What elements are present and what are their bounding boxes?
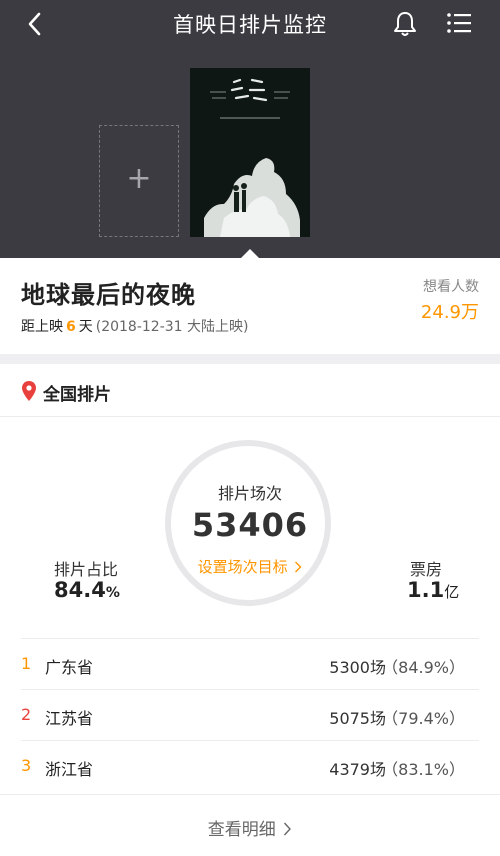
- ranking-row[interactable]: 1 广东省 5300场 （84.9%）: [21, 638, 479, 689]
- ranking-row[interactable]: 2 江苏省 5075场 （79.4%）: [21, 689, 479, 740]
- movie-poster[interactable]: [190, 68, 310, 237]
- movie-info-card: 地球最后的夜晚 距上映 6 天 (2018-12-31 大陆上映) 想看人数 24.9…: [0, 258, 500, 354]
- ranking-row[interactable]: 3 浙江省 4379场 （83.1%）: [21, 740, 479, 791]
- show-count: 4379场: [329, 760, 386, 779]
- want-to-see-count: 24.9万: [420, 302, 479, 323]
- province-name: 广东省: [45, 658, 94, 677]
- want-to-see-label: 想看人数: [423, 279, 479, 295]
- boxoffice-number: 1.1: [407, 578, 445, 602]
- days-left: 6: [66, 319, 76, 335]
- plus-icon: +: [126, 161, 152, 196]
- bell-icon[interactable]: [392, 10, 418, 38]
- share-unit: %: [105, 585, 120, 601]
- show-share: （84.9%）: [382, 658, 465, 677]
- region-selector[interactable]: 全国排片: [0, 364, 500, 417]
- view-details-label: 查看明细: [207, 820, 276, 840]
- show-share: （83.1%）: [382, 760, 465, 779]
- rank-number: 3: [21, 756, 32, 775]
- chevron-right-icon: [295, 561, 302, 573]
- share-label: 排片占比: [54, 560, 119, 579]
- province-ranking-list: 1 广东省 5300场 （84.9%） 2 江苏省 5075场 （79.4%） …: [0, 638, 500, 791]
- release-prefix: 距上映: [21, 319, 63, 335]
- release-countdown: 距上映 6 天 (2018-12-31 大陆上映): [21, 316, 249, 336]
- view-details-link[interactable]: 查看明细: [0, 815, 500, 840]
- boxoffice-label: 票房: [410, 560, 443, 579]
- share-value: 84.4%: [54, 578, 120, 602]
- top-nav-bar: 首映日排片监控: [0, 0, 500, 48]
- list-menu-icon[interactable]: [445, 10, 473, 36]
- show-count: 5075场: [329, 709, 386, 728]
- movie-title: 地球最后的夜晚: [21, 281, 196, 309]
- province-name: 浙江省: [45, 760, 94, 779]
- location-pin-icon: [22, 381, 36, 401]
- share-number: 84.4: [54, 578, 106, 602]
- chevron-right-icon: [284, 822, 292, 836]
- show-share: （79.4%）: [382, 709, 465, 728]
- screenings-value: 53406: [191, 506, 309, 544]
- set-goal-label: 设置场次目标: [197, 558, 288, 576]
- section-divider: [0, 354, 500, 364]
- province-name: 江苏省: [45, 709, 94, 728]
- add-poster-button[interactable]: +: [99, 125, 179, 237]
- page-title: 首映日排片监控: [173, 13, 327, 37]
- boxoffice-unit: 亿: [444, 583, 460, 601]
- region-label: 全国排片: [43, 385, 111, 405]
- rank-number: 2: [21, 705, 32, 724]
- header-panel: 首映日排片监控 +: [0, 0, 500, 259]
- show-count: 5300场: [329, 658, 386, 677]
- boxoffice-value: 1.1亿: [407, 578, 459, 602]
- release-date-note: (2018-12-31 大陆上映): [95, 319, 249, 335]
- detail-footer: 查看明细: [0, 794, 500, 856]
- screenings-label: 排片场次: [217, 484, 282, 503]
- rank-number: 1: [21, 654, 32, 673]
- poster-artwork: [190, 68, 310, 237]
- days-unit: 天: [78, 319, 93, 335]
